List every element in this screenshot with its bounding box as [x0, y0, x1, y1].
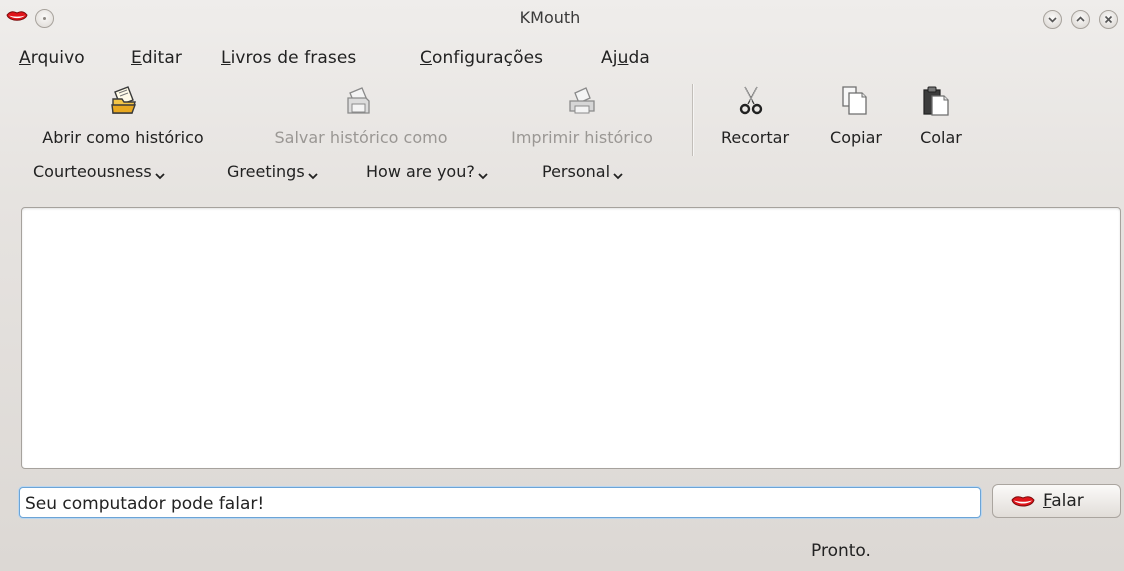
- menu-accelerator: E: [131, 48, 142, 68]
- cut-button[interactable]: Recortar: [709, 84, 801, 154]
- save-history-button[interactable]: Salvar histórico como: [250, 84, 472, 154]
- history-list[interactable]: [21, 207, 1121, 469]
- copy-button[interactable]: Copiar: [822, 84, 890, 154]
- phrasebook-personal[interactable]: Personal: [542, 162, 624, 181]
- open-history-icon: [111, 86, 137, 114]
- speak-text-input[interactable]: [19, 487, 981, 518]
- main-toolbar: Abrir como histórico Salvar histórico co…: [0, 84, 1124, 160]
- menu-livros-de-frases[interactable]: Livros de frases: [221, 48, 356, 68]
- phrasebook-label: How are you?: [366, 162, 475, 181]
- menu-label-post: onfigurações: [431, 48, 544, 68]
- paste-button[interactable]: Colar: [914, 84, 968, 154]
- menu-arquivo[interactable]: Arquivo: [19, 48, 85, 68]
- close-icon: [1104, 15, 1113, 24]
- toolbar-separator: [692, 84, 694, 156]
- close-button[interactable]: [1099, 10, 1118, 29]
- status-bar: Pronto.: [0, 541, 1124, 567]
- speak-button-label: Falar: [1043, 491, 1084, 511]
- menu-editar[interactable]: Editar: [131, 48, 182, 68]
- chevron-up-icon: [1076, 16, 1085, 22]
- chevron-down-icon: [155, 173, 165, 180]
- chevron-down-icon: [308, 173, 318, 180]
- phrasebook-label: Courteousness: [33, 162, 152, 181]
- speak-button[interactable]: Falar: [992, 484, 1121, 518]
- toolbar-label: Abrir como histórico: [42, 128, 204, 147]
- menu-configuracoes[interactable]: Configurações: [420, 48, 543, 68]
- open-history-button[interactable]: Abrir como histórico: [22, 84, 224, 154]
- menu-label-post: ivros de frases: [230, 48, 357, 68]
- phrasebook-label: Greetings: [227, 162, 305, 181]
- toolbar-label: Colar: [920, 128, 962, 147]
- copy-icon: [842, 86, 867, 115]
- phrasebook-how-are-you[interactable]: How are you?: [366, 162, 489, 181]
- menu-ajuda[interactable]: Ajuda: [601, 48, 650, 68]
- phrasebook-courteousness[interactable]: Courteousness: [33, 162, 166, 181]
- menu-label-post: ditar: [141, 48, 182, 68]
- menu-label-post: da: [628, 48, 650, 68]
- minimize-button[interactable]: [1043, 10, 1062, 29]
- kmouth-window: KMouth Arquivo Editar Livros de frases C…: [0, 0, 1124, 571]
- chevron-down-icon: [1048, 17, 1057, 23]
- menu-accelerator: A: [19, 48, 31, 68]
- maximize-button[interactable]: [1071, 10, 1090, 29]
- save-history-icon: [347, 87, 370, 114]
- window-title: KMouth: [519, 8, 581, 27]
- phrasebook-label: Personal: [542, 162, 611, 181]
- menu-accelerator: C: [420, 48, 432, 68]
- paste-icon: [923, 86, 949, 116]
- chevron-down-icon: [478, 173, 488, 180]
- print-history-icon: [569, 87, 595, 114]
- menu-accelerator: L: [221, 48, 231, 68]
- print-history-button[interactable]: Imprimir histórico: [490, 84, 674, 154]
- menu-accelerator: u: [617, 48, 629, 68]
- status-text: Pronto.: [811, 541, 871, 561]
- menu-label-pre: Aj: [601, 48, 618, 68]
- toolbar-label: Imprimir histórico: [511, 128, 653, 147]
- title-bar[interactable]: KMouth: [0, 0, 1124, 40]
- menu-bar: Arquivo Editar Livros de frases Configur…: [0, 48, 1124, 74]
- phrasebook-bar: Courteousness Greetings How are you? Per…: [0, 162, 1124, 188]
- lips-icon: [1011, 496, 1035, 507]
- scissors-icon: [739, 86, 763, 115]
- phrasebook-greetings[interactable]: Greetings: [227, 162, 319, 181]
- toolbar-label: Salvar histórico como: [274, 128, 448, 147]
- menu-label-post: rquivo: [30, 48, 85, 68]
- toolbar-label: Copiar: [830, 128, 882, 147]
- toolbar-label: Recortar: [720, 128, 790, 147]
- chevron-down-icon: [613, 173, 623, 180]
